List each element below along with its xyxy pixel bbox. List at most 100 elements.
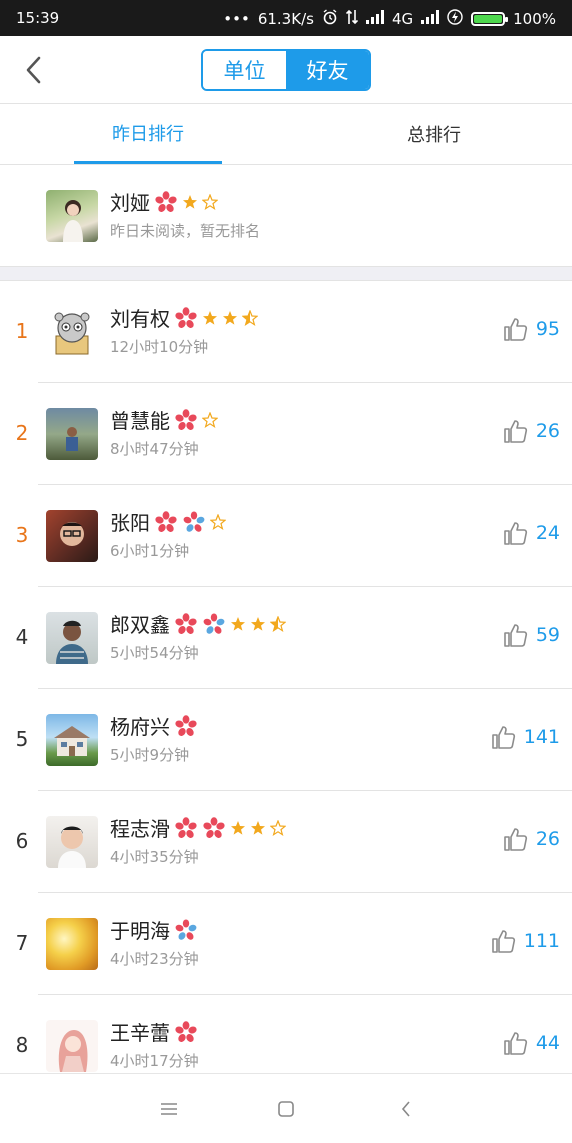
- star-empty-icon: [202, 193, 218, 209]
- thumbs-up-icon: [504, 624, 527, 647]
- ranking-tabs: 昨日排行 总排行: [0, 104, 572, 165]
- star-full-icon: [251, 616, 265, 631]
- like-button[interactable]: 111: [490, 928, 560, 954]
- my-ranking-row[interactable]: 刘娅 昨日未阅读，暂无排名: [0, 165, 572, 266]
- flower-mixed-icon: [174, 919, 198, 941]
- flower-red-icon: [174, 816, 198, 839]
- friend-name: 曾慧能: [110, 409, 170, 433]
- reading-time: 4小时35分钟: [110, 848, 199, 866]
- list-item[interactable]: 6 程志滑 4小时35分钟 26: [0, 791, 572, 893]
- list-item[interactable]: 7 于明海 4小时23分钟 111: [0, 893, 572, 995]
- avatar: [46, 1020, 98, 1072]
- status-time: 15:39: [16, 9, 60, 27]
- menu-icon: [161, 1103, 177, 1115]
- home-icon: [278, 1101, 294, 1117]
- status-network: 4G: [391, 10, 414, 28]
- list-item[interactable]: 4 郎双鑫 5小时54分钟 59: [0, 587, 572, 689]
- like-button[interactable]: 44: [502, 1030, 560, 1056]
- flower-red-icon: [154, 510, 178, 533]
- star-full-icon: [251, 820, 265, 835]
- reading-time: 8小时47分钟: [110, 440, 199, 458]
- menu-button[interactable]: [154, 1094, 184, 1124]
- rank-number: 5: [15, 727, 29, 751]
- name-line: 郎双鑫: [110, 609, 286, 638]
- friend-name: 于明海: [110, 919, 170, 943]
- tab-total[interactable]: 总排行: [360, 104, 508, 164]
- status-right: ••• 61.3K/s 4G 100%: [223, 9, 556, 29]
- friend-name: 程志滑: [110, 817, 170, 841]
- star-full-icon: [183, 194, 197, 209]
- list-item[interactable]: 5 杨府兴 5小时9分钟 141: [0, 689, 572, 791]
- like-button[interactable]: 141: [490, 724, 560, 750]
- thumbs-up-icon: [491, 930, 515, 953]
- flower-red-icon: [174, 714, 198, 737]
- avatar: [46, 816, 98, 868]
- flower-red-icon: [174, 408, 198, 431]
- star-half-icon: [270, 615, 286, 631]
- like-button[interactable]: 59: [502, 622, 560, 648]
- nav-back-icon: [401, 1101, 410, 1117]
- back-button[interactable]: [14, 50, 54, 90]
- like-count: 24: [535, 522, 560, 544]
- like-count: 59: [535, 624, 560, 646]
- like-button[interactable]: 95: [502, 316, 560, 342]
- my-name-line: 刘娅: [110, 187, 218, 216]
- reading-time: 5小时54分钟: [110, 644, 199, 662]
- reading-time: 5小时9分钟: [110, 746, 190, 764]
- reading-time: 4小时23分钟: [110, 950, 199, 968]
- star-empty-icon: [270, 819, 286, 835]
- avatar: [46, 190, 98, 242]
- list-item[interactable]: 1 刘有权 12小时10分钟 95: [0, 281, 572, 383]
- flower-mixed-icon: [182, 511, 206, 533]
- friend-name: 刘有权: [110, 307, 170, 331]
- avatar: [46, 510, 98, 562]
- like-count: 111: [523, 930, 560, 952]
- list-item[interactable]: 3 张阳 6小时1分钟 24: [0, 485, 572, 587]
- thumbs-up-icon: [504, 828, 527, 851]
- tab-yesterday[interactable]: 昨日排行: [74, 104, 222, 164]
- signal-icon-2: [421, 10, 440, 28]
- top-bar: 单位 好友: [0, 36, 572, 104]
- my-name: 刘娅: [110, 191, 150, 215]
- friend-name: 杨府兴: [110, 715, 170, 739]
- data-transfer-icon: [345, 9, 359, 29]
- status-battery: 100%: [513, 10, 556, 28]
- signal-icon: [365, 10, 384, 28]
- like-count: 26: [535, 420, 560, 442]
- list-item[interactable]: 8 王辛蕾 4小时17分钟 44: [0, 995, 572, 1073]
- name-line: 刘有权: [110, 303, 258, 332]
- name-line: 曾慧能: [110, 405, 218, 434]
- segment-friend[interactable]: 好友: [286, 51, 369, 89]
- star-full-icon: [203, 310, 217, 325]
- list-item[interactable]: 2 曾慧能 8小时47分钟 26: [0, 383, 572, 485]
- avatar: [46, 306, 98, 358]
- flower-red-icon: [174, 1020, 198, 1043]
- flower-red-icon: [174, 306, 198, 329]
- avatar: [46, 612, 98, 664]
- name-line: 于明海: [110, 915, 198, 944]
- reading-time: 12小时10分钟: [110, 338, 209, 356]
- star-full-icon: [223, 310, 237, 325]
- charging-icon: [447, 9, 463, 29]
- avatar: [46, 408, 98, 460]
- thumbs-up-icon: [491, 726, 515, 749]
- rank-number: 6: [15, 829, 29, 853]
- name-line: 张阳: [110, 507, 226, 536]
- home-button[interactable]: [271, 1094, 301, 1124]
- like-count: 95: [535, 318, 560, 340]
- flower-red-icon: [174, 612, 198, 635]
- nav-back-button[interactable]: [391, 1094, 421, 1124]
- rank-number: 7: [15, 931, 29, 955]
- name-line: 王辛蕾: [110, 1017, 198, 1046]
- thumbs-up-icon: [504, 522, 527, 545]
- like-button[interactable]: 24: [502, 520, 560, 546]
- status-speed: 61.3K/s: [257, 10, 314, 28]
- name-line: 杨府兴: [110, 711, 198, 740]
- friend-ranking-list: 1 刘有权 12小时10分钟 95 2 曾慧能 8小时47分钟 26 3 张阳 …: [0, 281, 572, 1073]
- like-button[interactable]: 26: [502, 418, 560, 444]
- segment-unit[interactable]: 单位: [203, 51, 286, 89]
- star-full-icon: [231, 820, 245, 835]
- status-dots: •••: [223, 10, 250, 28]
- thumbs-up-icon: [504, 420, 527, 443]
- like-button[interactable]: 26: [502, 826, 560, 852]
